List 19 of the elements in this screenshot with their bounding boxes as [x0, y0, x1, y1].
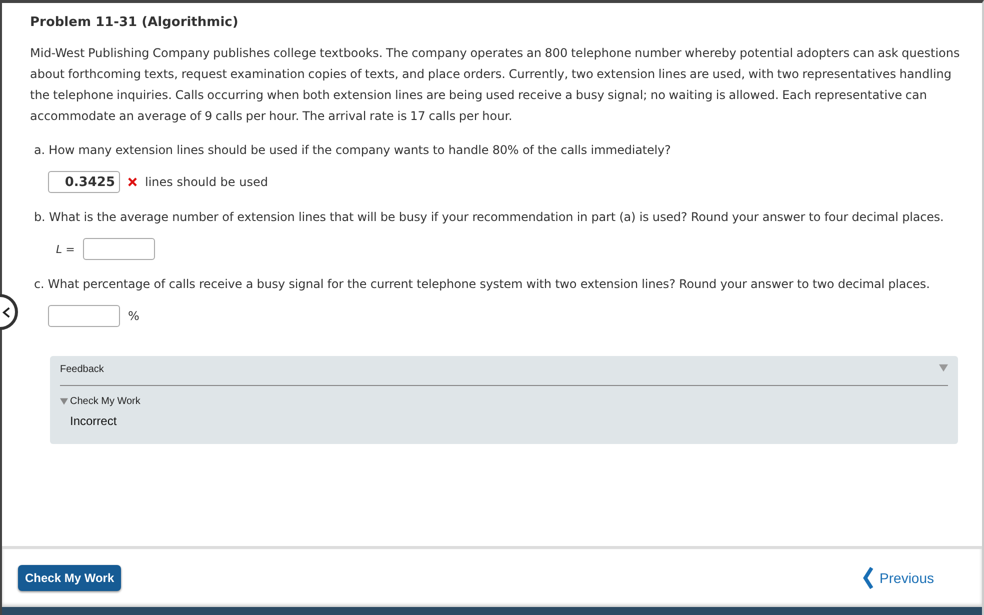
- previous-link[interactable]: Previous: [862, 567, 934, 589]
- problem-title: Problem 11-31 (Algorithmic): [30, 15, 240, 30]
- feedback-result: Incorrect: [70, 414, 118, 428]
- feedback-label: Feedback: [60, 364, 104, 375]
- problem-text: Mid-West Publishing Company publishes college textbooks. The company operates an 800 telephone number whereby potential adopters can ask questions about forthcoming texts, request examination copies of texts, and place orders. Currently, two extension lines are used, with two representatives handling the telephone inquiries. Calls occurring when both extension lines are being used receive a busy signal; no waiting is allowed. Each representative can accommodate an average of 9 calls per hour. The arrival rate is 17 calls per hour.: [30, 45, 961, 125]
- question-text: b. What is the average number of extension lines that will be busy if your recommendation in part (a) is used? Round your answer to four decimal places.: [33, 210, 945, 224]
- section-toggle[interactable]: Check My Work: [60, 396, 948, 407]
- check-my-work-button[interactable]: Check My Work: [18, 565, 122, 591]
- unit-label: %: [128, 309, 140, 323]
- question-text: c. What percentage of calls receive a busy signal for the current telephone system with two extension lines? Round your answer to two decimal places.: [33, 277, 931, 291]
- answer-field[interactable]: [48, 305, 120, 327]
- chevron-left-icon: [2, 306, 11, 318]
- variable-label: L =: [55, 242, 75, 256]
- triangle-down-icon: [60, 398, 68, 405]
- chevron-left-icon: [862, 567, 874, 589]
- question-text: a. How many extension lines should be used if the company wants to handle 80% of the calls immediately?: [33, 143, 672, 157]
- answer-field[interactable]: 0.3425: [48, 171, 120, 193]
- answer-field[interactable]: [82, 238, 155, 260]
- unit-label: lines should be used: [145, 175, 268, 189]
